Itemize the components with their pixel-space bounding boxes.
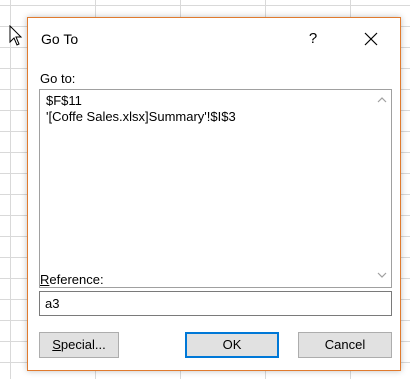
goto-label: Go to: — [40, 71, 76, 86]
scroll-up-arrow-icon[interactable] — [377, 95, 387, 105]
scroll-down-arrow-icon[interactable] — [377, 270, 387, 280]
goto-listbox[interactable]: $F$11 '[Coffe Sales.xlsx]Summary'!$I$3 — [39, 89, 392, 288]
reference-input[interactable] — [39, 291, 392, 316]
list-item[interactable]: '[Coffe Sales.xlsx]Summary'!$I$3 — [46, 109, 236, 125]
reference-label: Reference: — [40, 272, 104, 287]
list-item[interactable]: $F$11 — [46, 93, 82, 109]
dialog-titlebar[interactable]: Go To ? — [28, 18, 400, 62]
dialog-title: Go To — [41, 31, 79, 47]
pointer-cursor-icon — [9, 25, 23, 46]
goto-dialog: Go To ? Go to: $F$11 '[Coffe Sales.xlsx]… — [27, 17, 401, 371]
ok-button[interactable]: OK — [185, 332, 279, 358]
vertical-scrollbar[interactable] — [373, 90, 391, 287]
reference-label-accelerator: R — [40, 272, 50, 287]
reference-label-text: eference: — [49, 272, 104, 287]
special-button-text: pecial... — [60, 337, 106, 352]
special-button[interactable]: Special... — [39, 332, 119, 358]
special-button-accelerator: S — [52, 337, 61, 352]
cancel-button[interactable]: Cancel — [298, 332, 392, 358]
help-button[interactable]: ? — [303, 28, 323, 50]
close-icon — [364, 32, 378, 46]
close-button[interactable] — [358, 26, 384, 52]
